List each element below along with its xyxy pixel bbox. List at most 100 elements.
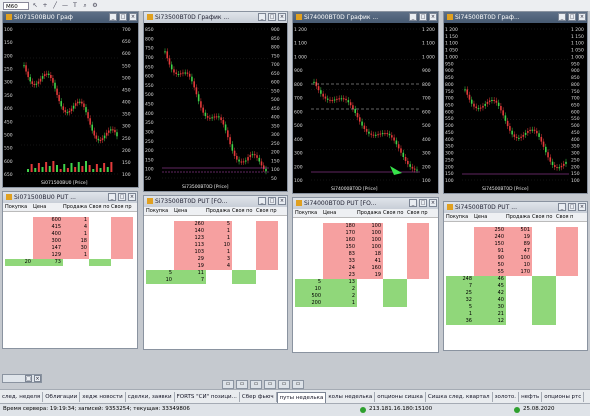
column-header[interactable]: Своя пр [256, 207, 278, 215]
tab-8[interactable]: опционы сишка [375, 392, 426, 402]
ask-price[interactable]: 90 [474, 255, 506, 262]
ask-price[interactable]: 123 [174, 235, 206, 242]
column-header[interactable]: Продажа [506, 213, 532, 221]
bid-price[interactable]: 11 [174, 270, 206, 277]
ask-volume[interactable]: 18 [63, 238, 89, 245]
minimize-icon[interactable]: _ [558, 203, 566, 211]
timeframe-select[interactable]: M60 [3, 1, 29, 10]
ask-price[interactable]: 400 [33, 231, 63, 238]
ask-volume[interactable]: 160 [357, 265, 383, 272]
ask-volume[interactable]: 100 [357, 223, 383, 230]
cursor-icon[interactable]: ↖ [31, 2, 39, 10]
bid-volume[interactable]: 10 [295, 286, 323, 293]
bid-volume[interactable]: 5 [446, 304, 474, 311]
bid-volume[interactable]: 500 [295, 293, 323, 300]
restore-icon[interactable]: □ [25, 375, 32, 382]
line-tool-icon[interactable]: ╱ [51, 2, 59, 10]
close-icon[interactable]: × [429, 13, 437, 21]
ask-price[interactable]: 240 [474, 234, 506, 241]
ask-price[interactable]: 300 [33, 238, 63, 245]
minimize-icon[interactable]: _ [109, 13, 117, 21]
window-list-icon[interactable]: ▭ [292, 380, 304, 389]
ask-volume[interactable]: 1 [63, 217, 89, 224]
column-header[interactable]: Цена [174, 207, 206, 215]
window-titlebar[interactable]: Si74000BT0D PUT [FO... _ □ × [293, 198, 438, 209]
column-header[interactable]: Цена [323, 209, 357, 217]
ask-volume[interactable]: 1 [206, 249, 232, 256]
ask-volume[interactable]: 1 [206, 228, 232, 235]
minimize-icon[interactable]: _ [108, 193, 116, 201]
tab-10[interactable]: золото. [493, 392, 520, 402]
bid-price[interactable]: 46 [474, 276, 506, 283]
window-list-icon[interactable]: ▭ [264, 380, 276, 389]
window-titlebar[interactable]: Si74500BT0D Граф... _ □ × [444, 12, 587, 23]
close-icon[interactable]: × [429, 199, 437, 207]
ask-price[interactable]: 150 [474, 241, 506, 248]
column-header[interactable]: Своя пр [111, 203, 133, 211]
ask-volume[interactable]: 4 [206, 263, 232, 270]
column-header[interactable]: Своя по [383, 209, 407, 217]
ask-price[interactable]: 150 [323, 244, 357, 251]
ask-price[interactable]: 129 [33, 252, 63, 259]
window-titlebar[interactable]: Si74000BT0D График ... _ □ × [293, 12, 438, 23]
tab-5[interactable]: Сбер фьюч [240, 392, 277, 402]
chart-window-si071500[interactable]: Si071500BU0 Граф _ □ × 700 650 600 550 500 450 4… [2, 11, 139, 188]
ask-price[interactable]: 50 [474, 262, 506, 269]
ask-volume[interactable]: 170 [506, 269, 532, 276]
zoom-icon[interactable]: ⌕ [81, 2, 89, 10]
ask-volume[interactable]: 19 [357, 272, 383, 279]
ask-price[interactable]: 113 [174, 242, 206, 249]
ask-price[interactable]: 83 [323, 251, 357, 258]
close-icon[interactable]: × [34, 375, 41, 382]
ask-volume[interactable]: 10 [506, 262, 532, 269]
ask-volume[interactable]: 4 [63, 224, 89, 231]
ask-volume[interactable]: 1 [63, 252, 89, 259]
bid-volume[interactable]: 10 [146, 277, 174, 284]
ask-volume[interactable]: 1 [63, 231, 89, 238]
ask-price[interactable]: 147 [33, 245, 63, 252]
ask-volume[interactable]: 41 [357, 258, 383, 265]
bid-price[interactable]: 7 [174, 277, 206, 284]
ask-price[interactable]: 33 [323, 258, 357, 265]
bid-price[interactable]: 42 [474, 290, 506, 297]
window-list-icon[interactable]: ▭ [236, 380, 248, 389]
bid-volume[interactable]: 1 [446, 311, 474, 318]
ask-price[interactable]: 140 [174, 228, 206, 235]
bid-price[interactable]: 73 [33, 259, 63, 266]
ask-price[interactable]: 29 [174, 256, 206, 263]
ask-price[interactable]: 600 [33, 217, 63, 224]
text-tool-icon[interactable]: T [71, 2, 79, 10]
maximize-icon[interactable]: □ [268, 13, 276, 21]
window-titlebar[interactable]: Si071500BU0 PUT ... _ □ × [3, 192, 137, 203]
column-header[interactable]: Продажа [357, 209, 383, 217]
bid-price[interactable]: 13 [323, 279, 357, 286]
ask-volume[interactable]: 19 [506, 234, 532, 241]
bid-volume[interactable]: 200 [295, 300, 323, 307]
window-titlebar[interactable]: Si071500BU0 Граф _ □ × [3, 12, 138, 23]
window-list-icon[interactable]: ▭ [278, 380, 290, 389]
ask-price[interactable]: 250 [474, 227, 506, 234]
close-icon[interactable]: × [129, 13, 137, 21]
window-titlebar[interactable]: Si73500BT0D PUT [FO... _ □ × [144, 196, 287, 207]
ask-volume[interactable]: 1 [206, 235, 232, 242]
bid-volume[interactable]: 25 [446, 290, 474, 297]
tab-11[interactable]: нефть [519, 392, 543, 402]
column-header[interactable]: Цена [474, 213, 506, 221]
column-header[interactable]: Своя по [532, 213, 556, 221]
ask-volume[interactable]: 5 [206, 221, 232, 228]
window-list-icon[interactable]: ▭ [222, 380, 234, 389]
maximize-icon[interactable]: □ [568, 13, 576, 21]
column-header[interactable]: Своя по [232, 207, 256, 215]
ask-volume[interactable]: 30 [63, 245, 89, 252]
settings-icon[interactable]: ⚙ [91, 2, 99, 10]
tab-12[interactable]: опционы ртс [542, 392, 585, 402]
bid-volume[interactable]: 32 [446, 297, 474, 304]
orderbook-table[interactable]: Покупка Цена Продажа Своя по Своя пр 260 5 140 1… [144, 207, 287, 349]
price-chart[interactable]: 1 200 1 150 1 100 1 050 1 000 950 900 850 800 750… [444, 23, 587, 193]
chart-window-si73500[interactable]: Si73500BT0D График ... _ □ × 900 850 800 750 7… [143, 11, 288, 192]
minimize-icon[interactable]: _ [409, 199, 417, 207]
tab-1[interactable]: Облигации [43, 392, 81, 402]
bid-price[interactable]: 40 [474, 297, 506, 304]
minimize-icon[interactable]: _ [258, 13, 266, 21]
bid-volume[interactable]: 20 [5, 259, 33, 266]
